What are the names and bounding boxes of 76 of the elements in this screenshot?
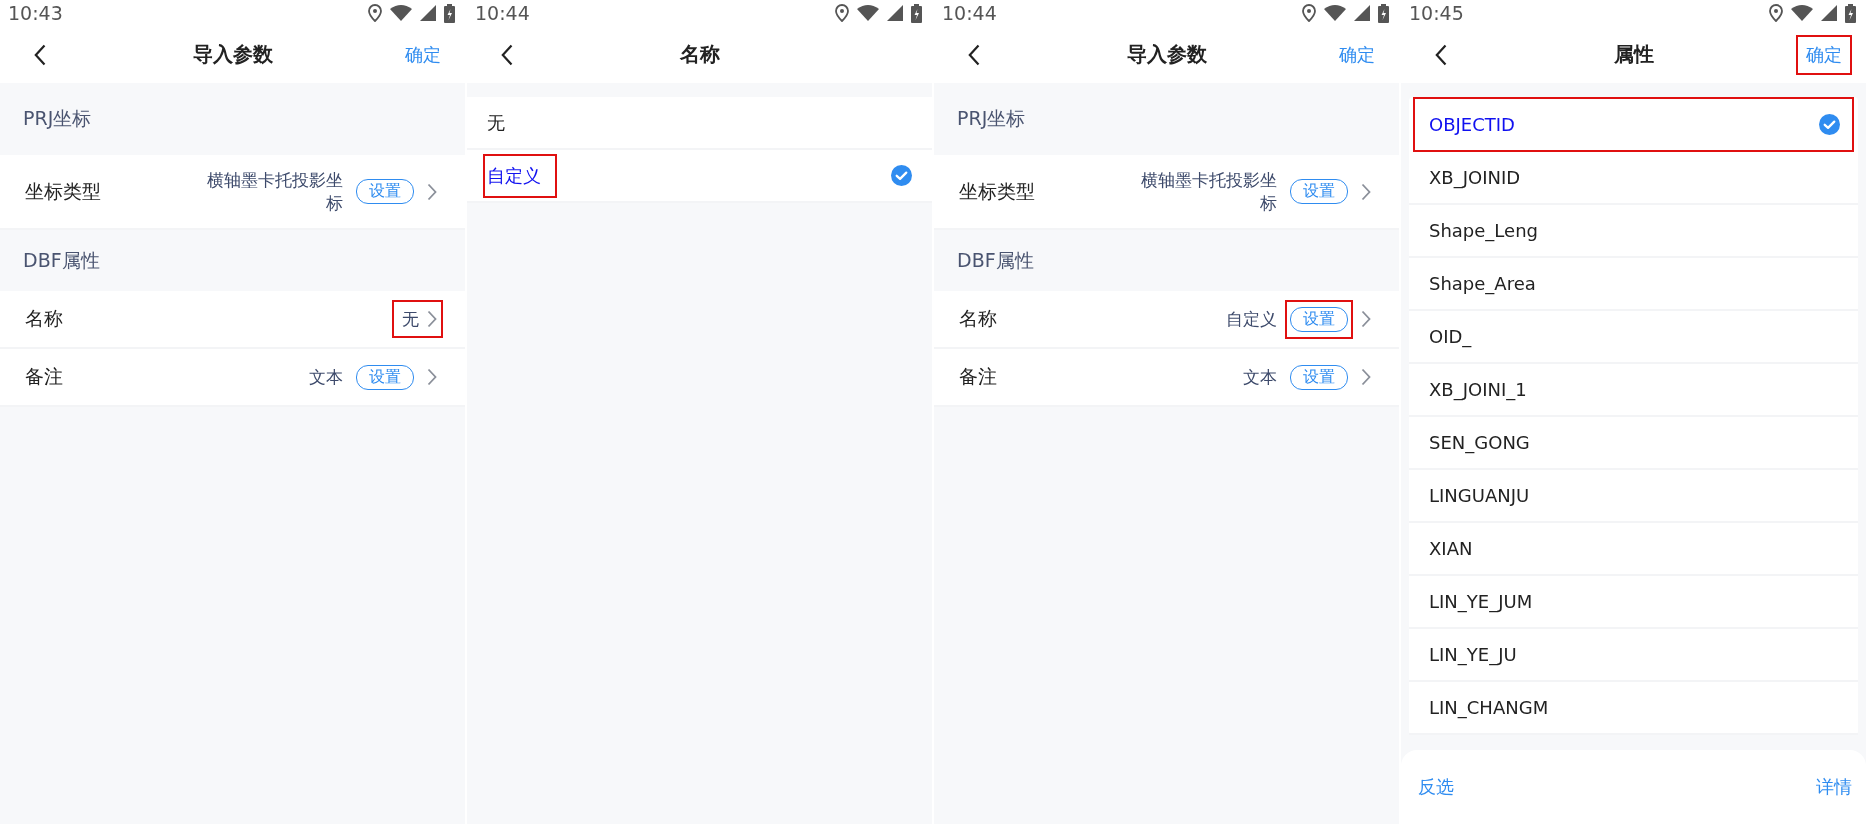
wifi-icon bbox=[1324, 5, 1346, 21]
option-item[interactable]: 无 bbox=[483, 102, 515, 143]
back-icon[interactable] bbox=[1435, 43, 1447, 66]
option-item[interactable]: LIN_YE_JU bbox=[1425, 636, 1527, 673]
option-item[interactable]: 自定义 bbox=[483, 153, 557, 198]
set-button[interactable]: 设置 bbox=[1290, 364, 1348, 390]
screen-title: 导入参数 bbox=[191, 41, 274, 68]
row-value: 文本 bbox=[309, 365, 343, 389]
option-item[interactable]: Shape_Area bbox=[1425, 265, 1546, 302]
row-label: 名称 bbox=[25, 306, 64, 331]
check-icon bbox=[891, 165, 912, 186]
location-icon bbox=[1302, 4, 1316, 22]
set-button[interactable]: 设置 bbox=[1290, 306, 1348, 332]
signal-icon bbox=[1354, 5, 1370, 21]
location-icon bbox=[1769, 4, 1783, 22]
set-button[interactable]: 设置 bbox=[356, 179, 414, 204]
row-label: 坐标类型 bbox=[25, 178, 102, 204]
back-icon[interactable] bbox=[34, 43, 46, 66]
option-item[interactable]: XB_JOINID bbox=[1425, 159, 1531, 196]
wifi-icon bbox=[857, 5, 879, 21]
check-icon bbox=[1819, 114, 1840, 135]
signal-icon bbox=[420, 5, 436, 21]
confirm-button[interactable]: 确定 bbox=[1329, 34, 1385, 75]
chevron-right-icon bbox=[1361, 182, 1371, 201]
option-item[interactable]: SEN_GONG bbox=[1425, 424, 1540, 461]
option-item[interactable]: XB_JOINI_1 bbox=[1425, 371, 1537, 408]
row-label: 备注 bbox=[25, 364, 64, 389]
section-header: DBF属性 bbox=[956, 247, 1035, 273]
status-time: 10:45 bbox=[1409, 2, 1464, 24]
chevron-right-icon bbox=[427, 368, 437, 386]
row-label: 坐标类型 bbox=[959, 178, 1036, 204]
row-value: 横轴墨卡托投影坐标 bbox=[1140, 169, 1277, 214]
signal-icon bbox=[1821, 5, 1837, 21]
screen-title: 名称 bbox=[678, 41, 721, 68]
option-item[interactable]: OID_ bbox=[1425, 318, 1482, 355]
status-time: 10:44 bbox=[475, 2, 530, 24]
option-item[interactable]: XIAN bbox=[1425, 530, 1483, 567]
set-button[interactable]: 设置 bbox=[356, 364, 414, 390]
footer-link[interactable]: 反选 bbox=[1418, 775, 1454, 799]
row-label: 备注 bbox=[959, 364, 998, 389]
row-value: 文本 bbox=[1243, 365, 1277, 389]
location-icon bbox=[835, 4, 849, 22]
location-icon bbox=[368, 4, 382, 22]
battery-icon bbox=[1845, 3, 1856, 23]
signal-icon bbox=[887, 5, 903, 21]
option-item[interactable]: OBJECTID bbox=[1425, 106, 1525, 143]
confirm-button[interactable]: 确定 bbox=[1796, 34, 1852, 75]
screen-title: 属性 bbox=[1612, 41, 1655, 68]
battery-icon bbox=[1378, 3, 1389, 23]
battery-icon bbox=[911, 3, 922, 23]
back-icon[interactable] bbox=[968, 43, 980, 66]
back-icon[interactable] bbox=[501, 43, 513, 66]
section-header: DBF属性 bbox=[22, 247, 101, 273]
status-time: 10:43 bbox=[8, 2, 63, 24]
row-value: 横轴墨卡托投影坐标 bbox=[206, 169, 343, 214]
row-label: 名称 bbox=[959, 306, 998, 331]
row-value: 无 bbox=[402, 307, 419, 331]
option-item[interactable]: LINGUANJU bbox=[1425, 477, 1540, 514]
section-header: PRJ坐标 bbox=[956, 106, 1027, 131]
screen-title: 导入参数 bbox=[1125, 41, 1208, 68]
chevron-right-icon bbox=[427, 310, 437, 328]
row-value: 自定义 bbox=[1226, 307, 1277, 331]
footer-link[interactable]: 详情 bbox=[1816, 775, 1852, 799]
section-header: PRJ坐标 bbox=[22, 106, 93, 131]
wifi-icon bbox=[1791, 5, 1813, 21]
chevron-right-icon bbox=[1361, 368, 1371, 386]
chevron-right-icon bbox=[1361, 310, 1371, 328]
set-button[interactable]: 设置 bbox=[1290, 179, 1348, 204]
wifi-icon bbox=[390, 5, 412, 21]
option-item[interactable]: Shape_Leng bbox=[1425, 212, 1548, 249]
option-item[interactable]: LIN_YE_JUM bbox=[1425, 583, 1543, 620]
status-time: 10:44 bbox=[942, 2, 997, 24]
confirm-button[interactable]: 确定 bbox=[395, 34, 451, 75]
battery-icon bbox=[444, 3, 455, 23]
option-item[interactable]: LIN_CHANGM bbox=[1425, 689, 1559, 726]
chevron-right-icon bbox=[427, 182, 437, 201]
